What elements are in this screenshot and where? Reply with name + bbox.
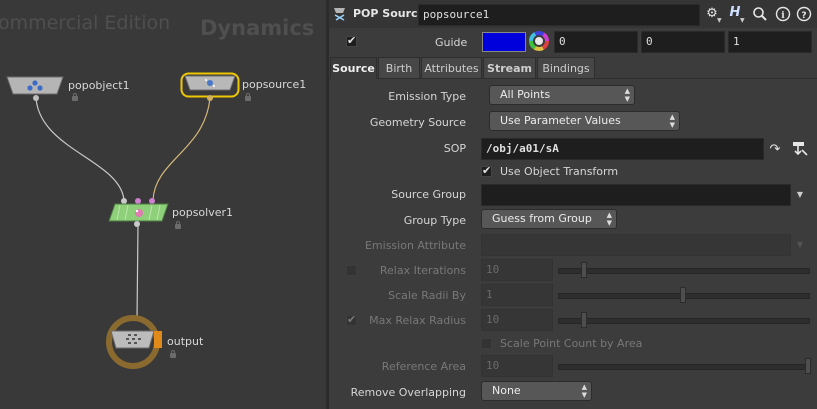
popsolver-node-body [108, 203, 169, 222]
remove-overlapping-value: None [492, 384, 521, 397]
source-group-label: Source Group [391, 188, 466, 201]
source-group-dropdown-icon[interactable]: ▼ [793, 185, 807, 205]
tab-bindings[interactable]: Bindings [537, 57, 595, 79]
svg-text:i: i [781, 11, 785, 21]
color-wheel-icon[interactable] [529, 31, 549, 51]
group-type-value: Guess from Group [492, 212, 592, 225]
max-relax-radius-field[interactable]: 10 [481, 309, 553, 331]
use-object-transform-label: Use Object Transform [500, 165, 619, 178]
lock-icon [170, 350, 176, 358]
node-type-label: POP Source [353, 7, 426, 20]
svg-text:?: ? [801, 11, 806, 21]
reference-area-slider-knob[interactable] [805, 358, 811, 374]
houdini-dropdown-icon[interactable]: ▼ [740, 17, 745, 24]
scale-point-count-label: Scale Point Count by Area [500, 337, 643, 350]
network-editor[interactable]: ommercial Edition Dynamics popobject1 po… [0, 0, 326, 409]
remove-overlapping-menu[interactable]: None ▲ ▼ [481, 381, 592, 401]
emission-type-menu[interactable]: All Points ▲ ▼ [489, 85, 635, 105]
lock-icon [72, 93, 78, 101]
scale-point-count-checkbox[interactable] [481, 338, 492, 349]
help-icon[interactable]: ? [796, 6, 812, 22]
popsource-output-connector[interactable] [207, 95, 213, 101]
relax-iterations-field[interactable]: 10 [481, 259, 553, 281]
spinner-arrows-icon: ▲ ▼ [624, 87, 630, 103]
tab-attributes[interactable]: Attributes [421, 57, 482, 79]
pop-source-node-icon [334, 8, 345, 21]
use-object-transform-checkbox[interactable]: ✔ [481, 164, 492, 177]
search-icon[interactable] [752, 6, 768, 22]
reference-area-field[interactable]: 10 [481, 355, 553, 377]
remove-overlapping-label: Remove Overlapping [350, 386, 466, 399]
relax-iterations-label: Relax Iterations [379, 264, 466, 277]
tab-stream[interactable]: Stream [483, 57, 536, 79]
jump-to-operator-icon[interactable]: ↷ [767, 142, 783, 158]
geometry-source-value: Use Parameter Values [500, 114, 621, 127]
guide-color-g[interactable]: 0 [641, 31, 725, 53]
reference-area-label: Reference Area [381, 360, 466, 373]
geometry-source-menu[interactable]: Use Parameter Values ▲ ▼ [489, 111, 680, 131]
guide-color-swatch[interactable] [482, 32, 526, 52]
node-label-output: output [167, 335, 204, 348]
guide-label: Guide [435, 36, 468, 49]
max-relax-radius-slider-knob[interactable] [581, 312, 587, 328]
guide-color-r[interactable]: 0 [554, 31, 638, 53]
spinner-arrows-icon: ▲ ▼ [606, 211, 612, 227]
reference-area-slider[interactable] [558, 364, 810, 370]
source-group-field[interactable] [481, 184, 791, 206]
spinner-arrows-icon: ▲ ▼ [669, 113, 675, 129]
lock-icon [175, 221, 181, 229]
scale-radii-field[interactable]: 1 [481, 284, 553, 306]
sop-label: SOP [443, 142, 466, 155]
emission-attribute-field[interactable] [481, 234, 791, 256]
popobject-output-connector[interactable] [33, 95, 39, 101]
popobject-node-body [6, 76, 64, 95]
relax-iterations-slider-knob[interactable] [581, 262, 587, 278]
scale-radii-label: Scale Radii By [388, 289, 466, 302]
solver-output-connector[interactable] [134, 221, 140, 227]
emission-attribute-dropdown-icon[interactable]: ▼ [793, 235, 807, 255]
node-label-popsolver: popsolver1 [172, 206, 234, 219]
group-type-label: Group Type [403, 214, 466, 227]
operator-chooser-icon[interactable] [791, 140, 809, 158]
node-label-popsource: popsource1 [242, 78, 307, 91]
gear-dropdown-icon[interactable]: ▼ [717, 17, 722, 24]
scale-radii-slider-knob[interactable] [680, 287, 686, 303]
info-icon[interactable]: i [775, 6, 791, 22]
guide-checkbox[interactable]: ✔ [346, 34, 357, 47]
sop-path-field[interactable]: /obj/a01/sA [481, 138, 764, 160]
node-label-popobject: popobject1 [68, 79, 130, 92]
emission-type-value: All Points [500, 88, 551, 101]
output-node-body [106, 315, 162, 369]
guide-color-b[interactable]: 1 [728, 31, 812, 53]
geometry-source-label: Geometry Source [369, 116, 466, 129]
node-name-field[interactable]: popsource1 [418, 4, 700, 26]
group-type-menu[interactable]: Guess from Group ▲ ▼ [481, 209, 617, 229]
relax-iterations-slider[interactable] [558, 268, 810, 274]
tab-birth[interactable]: Birth [378, 57, 420, 79]
parameter-pane: POP Source popsource1 ⚙ ▼ H ▼ i ? ✔ Guid… [329, 0, 817, 409]
emission-attribute-label: Emission Attribute [364, 239, 466, 252]
max-relax-radius-label: Max Relax Radius [369, 314, 466, 327]
spinner-arrows-icon: ▲ ▼ [581, 383, 587, 399]
lock-icon [245, 93, 251, 101]
max-relax-radius-slider[interactable] [558, 318, 810, 324]
tab-source[interactable]: Source [330, 57, 377, 79]
emission-type-label: Emission Type [388, 90, 466, 103]
